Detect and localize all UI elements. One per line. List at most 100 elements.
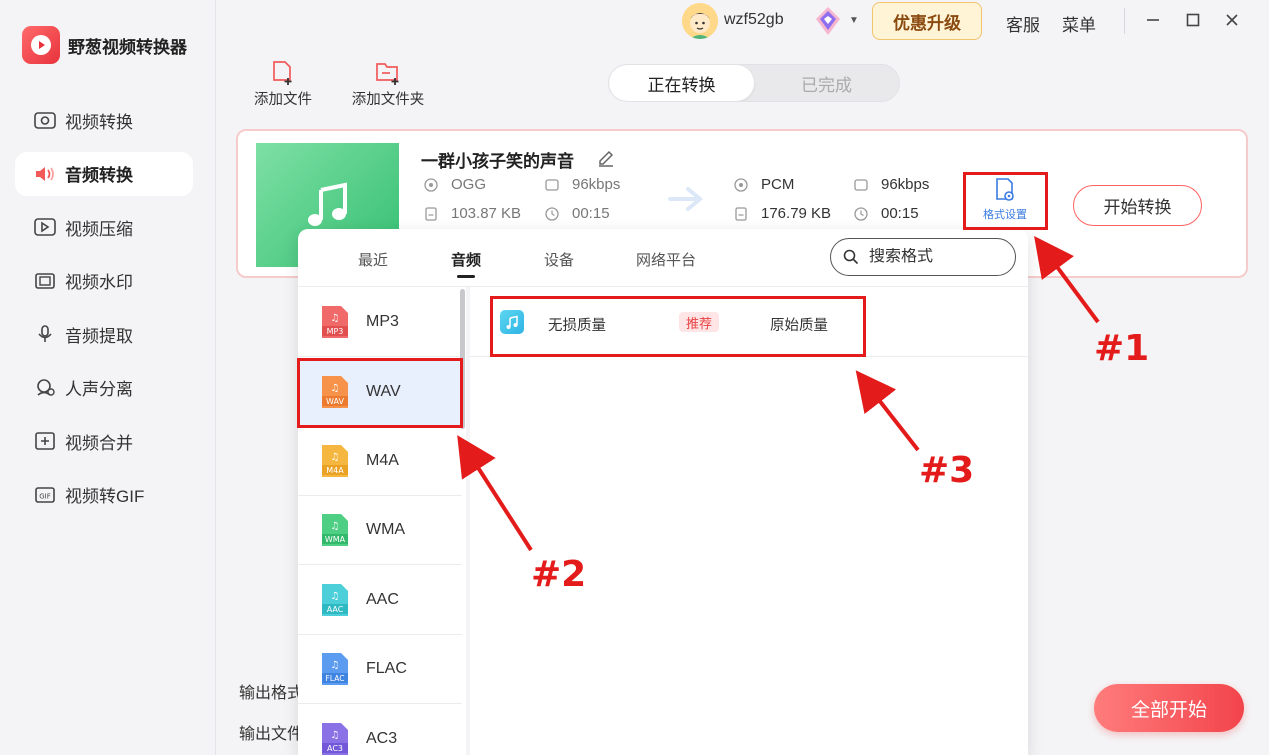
svg-text:♫: ♫ xyxy=(331,591,340,602)
format-item-aac[interactable]: AAC ♫ AAC xyxy=(298,566,462,635)
search-box[interactable] xyxy=(830,238,1016,276)
menu-link[interactable]: 菜单 xyxy=(1062,11,1096,36)
svg-text:♫: ♫ xyxy=(331,660,340,671)
sidebar-item-video-convert[interactable]: 视频转换 xyxy=(15,98,193,142)
logo-play-icon xyxy=(22,26,60,64)
search-input[interactable] xyxy=(869,248,999,266)
service-link[interactable]: 客服 xyxy=(1006,11,1040,36)
output-file-label: 输出文件 xyxy=(239,726,304,743)
sidebar-item-label: 视频压缩 xyxy=(65,219,133,239)
sidebar-item-audio-convert[interactable]: 音频转换 xyxy=(15,151,193,196)
sidebar-item-video-compress[interactable]: 视频压缩 xyxy=(15,205,193,249)
svg-text:♫: ♫ xyxy=(331,313,340,324)
format-item-flac[interactable]: FLAC ♫ FLAC xyxy=(298,635,462,704)
sidebar-item-label: 视频水印 xyxy=(65,273,133,292)
ac3-file-icon: AC3 ♫ xyxy=(322,722,348,755)
source-size: 103.87 KB xyxy=(423,205,521,222)
panel-divider xyxy=(466,287,470,755)
bitrate-icon xyxy=(544,177,560,193)
wma-file-icon: WMA ♫ xyxy=(322,514,348,546)
sidebar-item-video-gif[interactable]: GIF 视频转GIF xyxy=(15,473,193,517)
add-folder-label: 添加文件夹 xyxy=(351,92,425,108)
sidebar-item-video-watermark[interactable]: 视频水印 xyxy=(15,259,193,303)
svg-text:AC3: AC3 xyxy=(327,744,343,753)
username[interactable]: wzf52gb xyxy=(724,11,784,29)
format-item-mp3[interactable]: MP3 ♫ MP3 xyxy=(298,288,462,357)
upgrade-button[interactable]: 优惠升级 xyxy=(872,2,982,40)
file-size-icon xyxy=(733,206,749,222)
minimize-icon[interactable] xyxy=(1141,8,1165,32)
svg-text:FLAC: FLAC xyxy=(326,674,345,683)
vip-dropdown-icon[interactable]: ▼ xyxy=(849,15,859,26)
sidebar-item-video-merge[interactable]: 视频合并 xyxy=(15,419,193,463)
annotation-box-1 xyxy=(963,172,1048,230)
format-icon xyxy=(733,177,749,193)
tab-online-platform[interactable]: 网络平台 xyxy=(636,249,696,270)
format-icon xyxy=(423,177,439,193)
start-all-button[interactable]: 全部开始 xyxy=(1094,684,1244,732)
sidebar-item-label: 视频合并 xyxy=(65,433,133,453)
sidebar-item-label: 视频转GIF xyxy=(65,487,145,506)
clock-icon xyxy=(853,206,869,222)
add-folder-icon xyxy=(350,58,426,88)
file-size-icon xyxy=(423,206,439,222)
sidebar-item-audio-extract[interactable]: 音频提取 xyxy=(15,312,193,356)
source-duration: 00:15 xyxy=(544,205,610,222)
search-icon xyxy=(843,249,859,265)
close-icon[interactable] xyxy=(1220,8,1244,32)
svg-text:AAC: AAC xyxy=(327,605,344,614)
app-logo: 野葱视频转换器 xyxy=(22,26,187,64)
annotation-label-1: #1 xyxy=(1094,328,1150,369)
annotation-label-3: #3 xyxy=(919,450,975,491)
music-note-icon xyxy=(307,182,347,226)
format-category-tabs: 最近 音频 设备 网络平台 xyxy=(298,229,1028,287)
source-bitrate: 96kbps xyxy=(544,176,620,193)
add-file-label: 添加文件 xyxy=(254,92,312,108)
svg-text:WMA: WMA xyxy=(325,535,346,544)
svg-text:GIF: GIF xyxy=(39,492,51,500)
svg-text:M4A: M4A xyxy=(326,466,344,475)
svg-text:♫: ♫ xyxy=(331,452,340,463)
tab-audio[interactable]: 音频 xyxy=(451,249,481,278)
video-merge-icon xyxy=(34,430,56,452)
format-item-wma[interactable]: WMA ♫ WMA xyxy=(298,496,462,565)
rename-pencil-icon[interactable] xyxy=(596,147,616,172)
clock-icon xyxy=(544,206,560,222)
sidebar-item-voice-separate[interactable]: 人声分离 xyxy=(15,366,193,410)
sidebar: 野葱视频转换器 视频转换 音频转换 视频压缩 视频水印 音频提取 人声分离 视频… xyxy=(0,0,216,755)
video-gif-icon: GIF xyxy=(34,484,56,506)
add-folder-button[interactable]: 添加文件夹 xyxy=(350,58,426,109)
maximize-icon[interactable] xyxy=(1181,8,1205,32)
avatar[interactable] xyxy=(682,3,718,39)
vip-diamond-icon[interactable] xyxy=(812,5,844,37)
sidebar-item-label: 音频转换 xyxy=(65,166,133,185)
tab-done[interactable]: 已完成 xyxy=(754,65,899,101)
tab-converting[interactable]: 正在转换 xyxy=(609,65,754,101)
video-convert-icon xyxy=(34,109,56,131)
source-format: OGG xyxy=(423,176,486,193)
tab-device[interactable]: 设备 xyxy=(544,249,574,270)
annotation-label-2: #2 xyxy=(531,554,587,595)
add-file-button[interactable]: 添加文件 xyxy=(253,58,313,109)
annotation-box-3 xyxy=(490,296,866,357)
format-item-m4a[interactable]: M4A ♫ M4A xyxy=(298,427,462,496)
app-title: 野葱视频转换器 xyxy=(68,37,187,57)
flac-file-icon: FLAC ♫ xyxy=(322,653,348,685)
mp3-file-icon: MP3 ♫ xyxy=(322,306,348,338)
sidebar-item-label: 人声分离 xyxy=(65,380,133,399)
target-format: PCM xyxy=(733,176,794,193)
format-item-ac3[interactable]: AC3 ♫ AC3 xyxy=(298,704,462,755)
convert-arrow-icon xyxy=(668,184,708,219)
svg-text:♫: ♫ xyxy=(331,730,340,741)
add-file-icon xyxy=(253,58,313,88)
svg-text:♫: ♫ xyxy=(331,521,340,532)
aac-file-icon: AAC ♫ xyxy=(322,584,348,616)
voice-separate-icon xyxy=(34,377,56,399)
start-convert-button[interactable]: 开始转换 xyxy=(1073,185,1202,226)
target-duration: 00:15 xyxy=(853,205,919,222)
tab-recent[interactable]: 最近 xyxy=(358,249,388,270)
audio-extract-icon xyxy=(34,323,56,345)
svg-text:MP3: MP3 xyxy=(327,327,344,336)
sidebar-nav: 视频转换 音频转换 视频压缩 视频水印 音频提取 人声分离 视频合并 GIF 视 xyxy=(15,98,193,526)
m4a-file-icon: M4A ♫ xyxy=(322,445,348,477)
